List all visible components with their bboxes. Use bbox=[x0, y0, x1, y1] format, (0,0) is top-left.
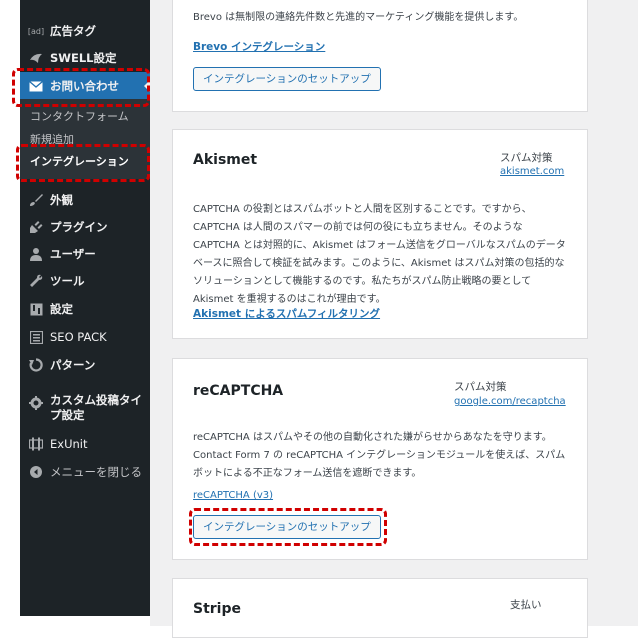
sidebar-item-tools[interactable]: ツール bbox=[20, 268, 150, 294]
card-title: Akismet bbox=[193, 152, 258, 168]
ad-icon: [ad] bbox=[27, 26, 45, 36]
sidebar-item-label: 設定 bbox=[50, 302, 73, 316]
wrench-icon bbox=[28, 273, 44, 289]
submenu-item-add-new[interactable]: 新規追加 bbox=[30, 131, 74, 147]
brevo-integration-doc-link[interactable]: Brevo インテグレーション bbox=[193, 39, 325, 54]
user-icon bbox=[28, 246, 44, 262]
sidebar-item-label: パターン bbox=[50, 358, 96, 372]
card-category: スパム対策 bbox=[454, 381, 507, 393]
settings-icon bbox=[28, 301, 44, 317]
sidebar-item-appearance[interactable]: 外観 bbox=[20, 187, 150, 213]
brevo-setup-integration-button[interactable]: インテグレーションのセットアップ bbox=[193, 67, 381, 91]
sidebar-item-label: お問い合わせ bbox=[50, 79, 119, 93]
exunit-icon bbox=[28, 436, 44, 452]
sidebar-item-patterns[interactable]: パターン bbox=[20, 352, 150, 378]
sidebar-item-contact[interactable]: お問い合わせ bbox=[20, 72, 151, 100]
sidebar-item-custom-post-type[interactable]: カスタム投稿タイプ設定 bbox=[20, 390, 150, 426]
card-category: 支払い bbox=[510, 599, 542, 611]
submenu-item-integration[interactable]: インテグレーション bbox=[30, 153, 129, 169]
sidebar-item-users[interactable]: ユーザー bbox=[20, 241, 150, 267]
sidebar-item-ad-tag[interactable]: [ad] 広告タグ bbox=[20, 18, 150, 44]
pattern-icon bbox=[28, 357, 44, 373]
plugin-icon bbox=[28, 219, 44, 235]
collapse-icon bbox=[28, 464, 44, 480]
card-description: Brevo は無制限の連絡先件数と先進的マーケティング機能を提供します。 bbox=[193, 12, 524, 23]
collapse-menu-button[interactable]: メニューを閉じる bbox=[20, 459, 150, 485]
main-content: Brevo は無制限の連絡先件数と先進的マーケティング機能を提供します。 Bre… bbox=[150, 0, 638, 638]
mail-icon bbox=[28, 78, 44, 94]
sidebar-item-label: SWELL設定 bbox=[50, 51, 117, 65]
sidebar-item-seo-pack[interactable]: SEO PACK bbox=[20, 324, 150, 350]
card-title: reCAPTCHA bbox=[193, 383, 284, 399]
swell-icon bbox=[28, 50, 44, 66]
card-category: スパム対策 bbox=[500, 152, 553, 164]
submenu-item-contact-forms[interactable]: コンタクトフォーム bbox=[30, 108, 129, 124]
recaptcha-setup-integration-button[interactable]: インテグレーションのセットアップ bbox=[193, 515, 381, 539]
integration-card-akismet: Akismet スパム対策 akismet.com CAPTCHA の役割とはス… bbox=[172, 129, 588, 339]
seo-pack-icon bbox=[28, 329, 44, 345]
recaptcha-v3-doc-link[interactable]: reCAPTCHA (v3) bbox=[193, 490, 273, 501]
sidebar-item-label: 広告タグ bbox=[50, 24, 96, 38]
sidebar-item-label: メニューを閉じる bbox=[50, 465, 142, 479]
sidebar-item-label: SEO PACK bbox=[50, 330, 107, 344]
sidebar-item-label: プラグイン bbox=[50, 220, 108, 234]
akismet-spam-filtering-doc-link[interactable]: Akismet によるスパムフィルタリング bbox=[193, 306, 380, 321]
sidebar-item-label: カスタム投稿タイプ設定 bbox=[50, 393, 142, 422]
gear-icon bbox=[28, 395, 44, 411]
admin-sidebar: [ad] 広告タグ SWELL設定 お問い合わせ コンタクトフォーム 新規追加 … bbox=[20, 0, 151, 616]
sidebar-item-label: ExUnit bbox=[50, 437, 88, 451]
sidebar-item-swell-settings[interactable]: SWELL設定 bbox=[20, 45, 150, 71]
integration-card-recaptcha: reCAPTCHA スパム対策 google.com/recaptcha reC… bbox=[172, 358, 588, 560]
recaptcha-site-link[interactable]: google.com/recaptcha bbox=[454, 396, 566, 407]
akismet-site-link[interactable]: akismet.com bbox=[500, 166, 564, 177]
sidebar-item-label: ツール bbox=[50, 274, 85, 288]
integration-card-stripe: Stripe 支払い bbox=[172, 578, 588, 638]
sidebar-item-label: 外観 bbox=[50, 193, 73, 207]
sidebar-item-plugins[interactable]: プラグイン bbox=[20, 214, 150, 240]
integration-card-brevo: Brevo は無制限の連絡先件数と先進的マーケティング機能を提供します。 Bre… bbox=[172, 0, 588, 112]
card-description: CAPTCHA の役割とはスパムボットと人間を区別することです。ですから、CAP… bbox=[193, 204, 566, 305]
sidebar-item-label: ユーザー bbox=[50, 247, 96, 261]
sidebar-item-settings[interactable]: 設定 bbox=[20, 296, 150, 322]
card-description: reCAPTCHA はスパムやその他の自動化された嫌がらせからあなたを守ります。… bbox=[193, 432, 566, 479]
card-title: Stripe bbox=[193, 601, 241, 617]
paintbrush-icon bbox=[28, 192, 44, 208]
sidebar-item-exunit[interactable]: ExUnit bbox=[20, 431, 150, 457]
